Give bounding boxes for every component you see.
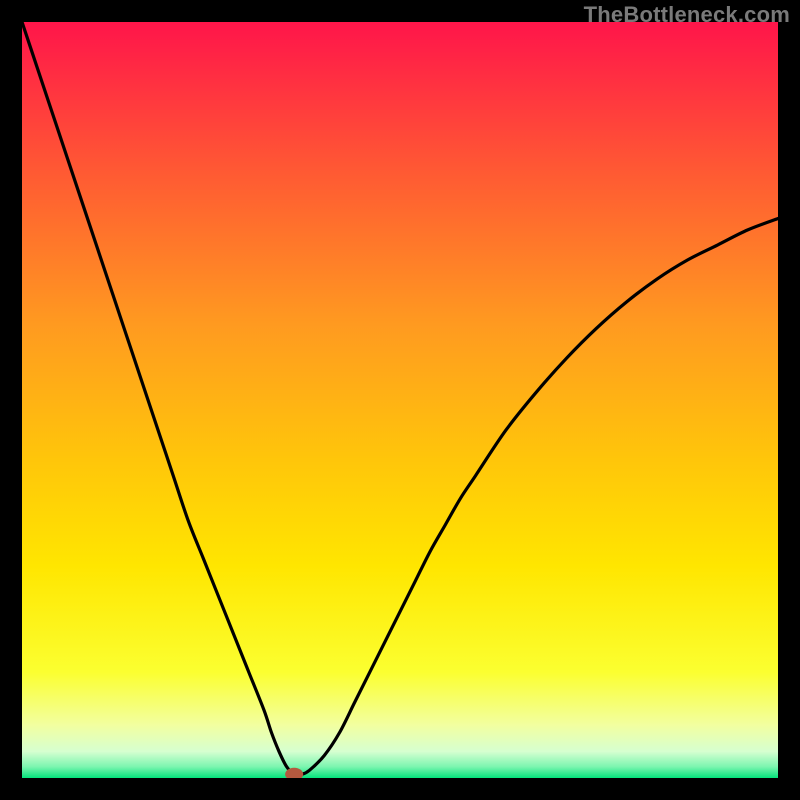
bottleneck-chart	[22, 22, 778, 778]
gradient-background	[22, 22, 778, 778]
watermark-text: TheBottleneck.com	[584, 2, 790, 28]
chart-frame: TheBottleneck.com	[0, 0, 800, 800]
